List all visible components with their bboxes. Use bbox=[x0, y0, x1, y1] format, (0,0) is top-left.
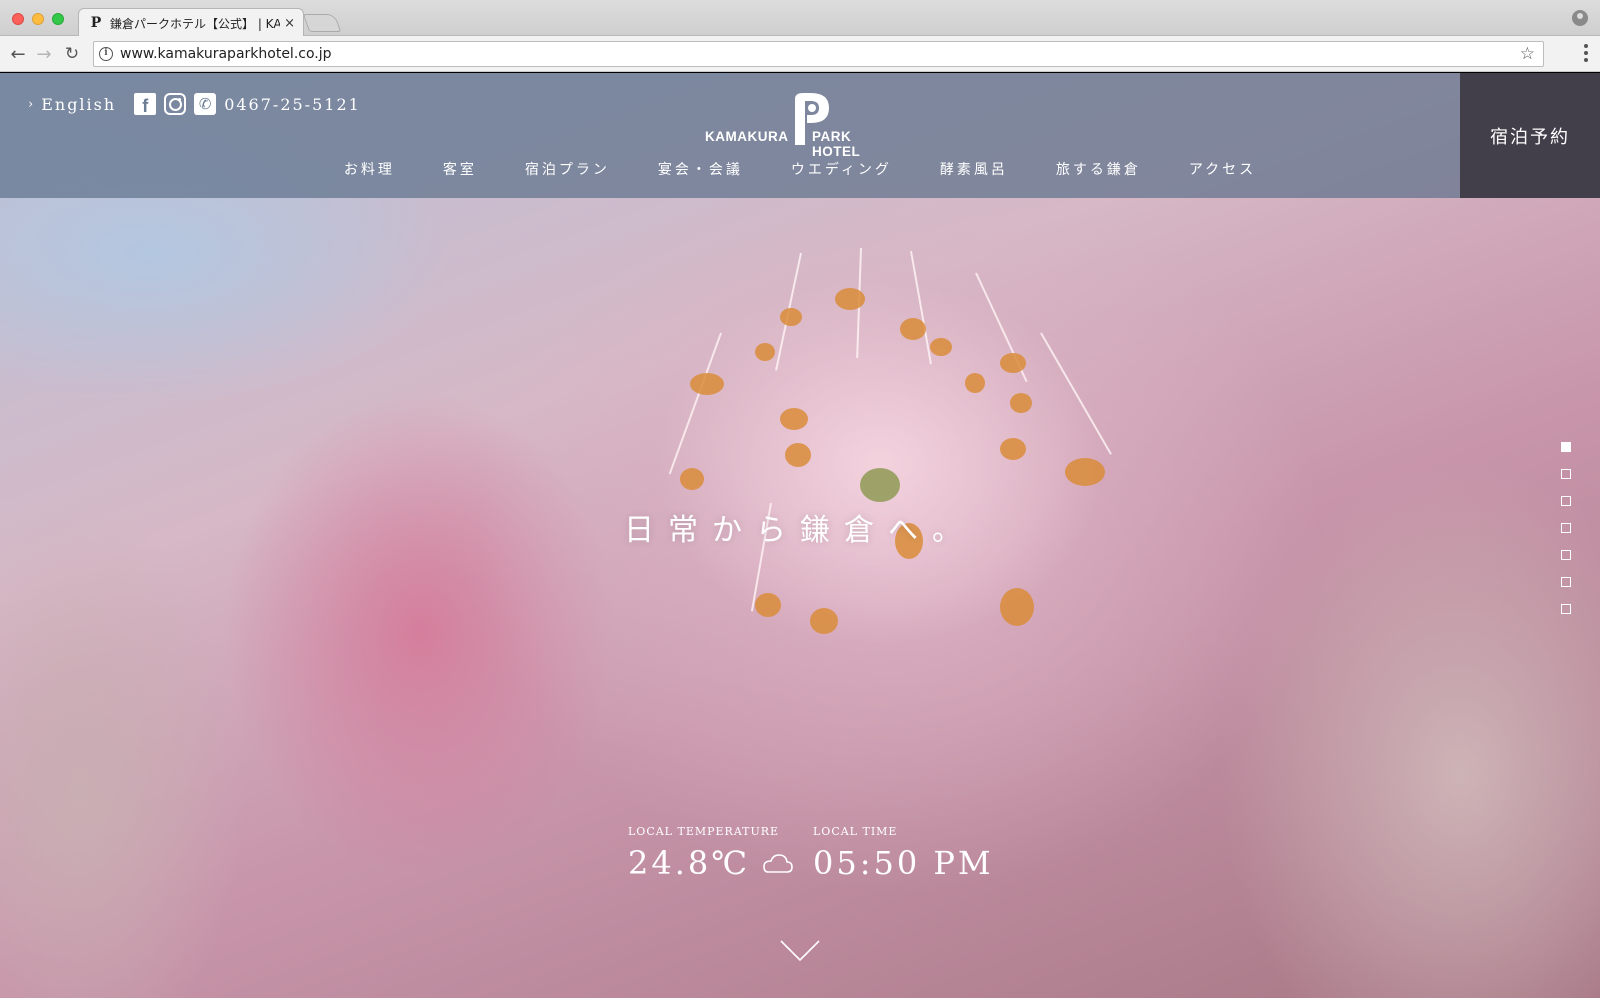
temperature-value: 24.8℃ bbox=[628, 844, 751, 882]
logo-text-kamakura: KAMAKURA bbox=[705, 129, 789, 144]
phone-icon[interactable]: ✆ bbox=[194, 93, 217, 115]
maximize-window-button[interactable] bbox=[52, 13, 64, 25]
url-text[interactable]: www.kamakuraparkhotel.co.jp bbox=[120, 46, 1520, 62]
local-time: LOCAL TIME 05:50 PM bbox=[813, 825, 994, 882]
tab-close-icon[interactable]: × bbox=[284, 16, 295, 31]
nav-cuisine[interactable]: お料理 bbox=[344, 159, 395, 179]
scroll-down-chevron-icon[interactable] bbox=[779, 939, 821, 963]
reservation-button[interactable]: 宿泊予約 bbox=[1460, 73, 1600, 198]
slide-dot[interactable] bbox=[1561, 550, 1571, 560]
page-viewport: › English f ✆ 0467-25-5121 KAMAKURA PARK… bbox=[0, 73, 1600, 998]
slide-dot[interactable] bbox=[1561, 496, 1571, 506]
hero-catchphrase: 日常から鎌倉へ。 bbox=[624, 513, 976, 548]
browser-toolbar: ← → ↻ i www.kamakuraparkhotel.co.jp ☆ bbox=[0, 36, 1600, 72]
slide-dot[interactable] bbox=[1561, 577, 1571, 587]
bookmark-star-icon[interactable]: ☆ bbox=[1520, 44, 1535, 64]
slide-indicators bbox=[1561, 442, 1571, 631]
header-utility: › English f ✆ 0467-25-5121 bbox=[28, 93, 361, 116]
hotel-favicon-icon: P bbox=[90, 15, 102, 31]
nav-wedding[interactable]: ウエディング bbox=[791, 159, 892, 179]
close-window-button[interactable] bbox=[12, 13, 24, 25]
phone-number[interactable]: 0467-25-5121 bbox=[224, 95, 361, 114]
logo-text-park-hotel: PARK HOTEL bbox=[812, 129, 861, 159]
site-info-icon[interactable]: i bbox=[99, 47, 113, 61]
browser-tab-bar: P 鎌倉パークホテル【公式】 | KA × bbox=[0, 0, 1600, 37]
site-header: › English f ✆ 0467-25-5121 KAMAKURA PARK… bbox=[0, 73, 1600, 198]
local-temperature: LOCAL TEMPERATURE 24.8℃ bbox=[628, 825, 794, 882]
english-label: English bbox=[41, 94, 117, 114]
english-link[interactable]: › English bbox=[28, 95, 116, 114]
nav-banquet[interactable]: 宴会・会議 bbox=[658, 159, 743, 179]
temperature-label: LOCAL TEMPERATURE bbox=[628, 825, 780, 838]
slide-dot[interactable] bbox=[1561, 442, 1571, 452]
browser-tab[interactable]: P 鎌倉パークホテル【公式】 | KA × bbox=[78, 8, 304, 37]
forward-button[interactable]: → bbox=[32, 42, 56, 66]
browser-menu-icon[interactable] bbox=[1584, 44, 1588, 62]
facebook-icon[interactable]: f bbox=[134, 93, 157, 116]
slide-dot[interactable] bbox=[1561, 523, 1571, 533]
minimize-window-button[interactable] bbox=[32, 13, 44, 25]
slide-dot[interactable] bbox=[1561, 604, 1571, 614]
tab-title: 鎌倉パークホテル【公式】 | KA bbox=[110, 16, 281, 31]
chevron-right-icon: › bbox=[28, 96, 36, 112]
instagram-icon[interactable] bbox=[164, 93, 187, 115]
time-label: LOCAL TIME bbox=[813, 825, 898, 838]
nav-stay-plans[interactable]: 宿泊プラン bbox=[525, 159, 610, 179]
hotel-logo[interactable]: KAMAKURA PARK HOTEL bbox=[705, 93, 895, 159]
new-tab-button[interactable] bbox=[302, 14, 342, 32]
nav-travel-kamakura[interactable]: 旅する鎌倉 bbox=[1056, 159, 1141, 179]
back-button[interactable]: ← bbox=[6, 42, 30, 66]
reload-button[interactable]: ↻ bbox=[60, 42, 84, 66]
nav-enzyme-bath[interactable]: 酵素風呂 bbox=[940, 159, 1008, 179]
nav-access[interactable]: アクセス bbox=[1189, 159, 1256, 179]
address-bar[interactable]: i www.kamakuraparkhotel.co.jp ☆ bbox=[93, 41, 1544, 67]
slide-dot[interactable] bbox=[1561, 469, 1571, 479]
nav-rooms[interactable]: 客室 bbox=[443, 159, 477, 179]
time-value: 05:50 PM bbox=[813, 844, 994, 882]
profile-icon[interactable] bbox=[1572, 10, 1588, 26]
cloud-icon bbox=[763, 854, 793, 873]
main-navigation: お料理 客室 宿泊プラン 宴会・会議 ウエディング 酵素風呂 旅する鎌倉 アクセ… bbox=[0, 159, 1600, 179]
